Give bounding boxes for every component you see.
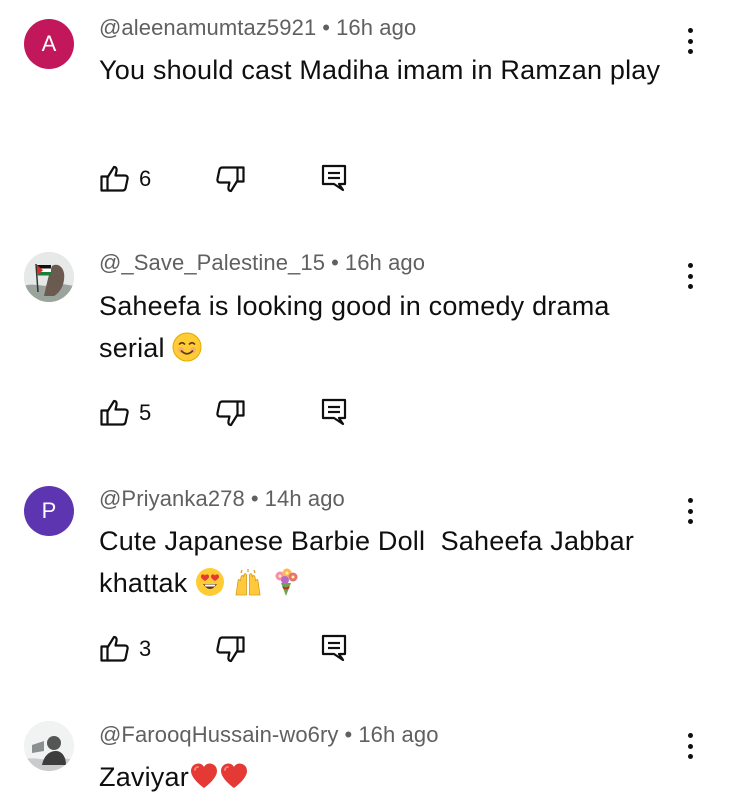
- reply-icon: [321, 164, 347, 192]
- red-heart-emoji-icon: [190, 763, 217, 788]
- more-options-button[interactable]: [676, 259, 704, 293]
- avatar[interactable]: [24, 721, 74, 771]
- thumbs-down-icon: [216, 636, 245, 663]
- comment-meta: @Priyanka278 • 14h ago: [99, 486, 345, 512]
- comment-author[interactable]: @aleenamumtaz5921: [99, 15, 316, 40]
- comment-text-body: Cute Japanese Barbie Doll Saheefa Jabbar…: [99, 526, 642, 598]
- comment-text: Zaviyar: [99, 756, 679, 798]
- dislike-button[interactable]: [214, 633, 246, 665]
- like-count: 5: [139, 400, 152, 425]
- bouquet-emoji-icon: [275, 568, 298, 596]
- smiling-face-emoji-icon: [172, 332, 202, 362]
- red-heart-emoji-icon: [220, 763, 247, 788]
- person-photo-icon: [24, 721, 74, 771]
- like-button[interactable]: 3: [99, 633, 151, 665]
- comment-author[interactable]: @Priyanka278: [99, 486, 245, 511]
- raising-hands-emoji-icon: [235, 569, 261, 596]
- comment-text: Saheefa is looking good in comedy drama …: [99, 285, 679, 369]
- meta-separator: •: [250, 486, 259, 511]
- reply-button[interactable]: [320, 397, 348, 427]
- comment-time[interactable]: 14h ago: [265, 486, 345, 511]
- comment-meta: @FarooqHussain-wo6ry • 16h ago: [99, 722, 439, 748]
- comment-time[interactable]: 16h ago: [345, 250, 425, 275]
- comment-actions: 6: [99, 163, 399, 197]
- heart-eyes-emoji-icon: [196, 568, 225, 596]
- dislike-button[interactable]: [214, 163, 246, 195]
- comment-meta: @_Save_Palestine_15 • 16h ago: [99, 250, 425, 276]
- comment-author[interactable]: @FarooqHussain-wo6ry: [99, 722, 339, 747]
- like-count: 6: [139, 166, 152, 191]
- comment-actions: 5: [99, 397, 399, 431]
- meta-separator: •: [331, 250, 339, 275]
- avatar-letter: P: [41, 498, 57, 523]
- palestine-flag-photo-icon: [24, 252, 74, 302]
- comment-author[interactable]: @_Save_Palestine_15: [99, 250, 325, 275]
- comment-meta: @aleenamumtaz5921 • 16h ago: [99, 15, 416, 41]
- dislike-button[interactable]: [214, 397, 246, 429]
- like-button[interactable]: 6: [99, 163, 151, 195]
- reply-button[interactable]: [320, 163, 348, 193]
- reply-icon: [321, 634, 347, 662]
- reply-button[interactable]: [320, 633, 348, 663]
- comment-time[interactable]: 16h ago: [336, 15, 416, 40]
- more-options-button[interactable]: [676, 729, 704, 763]
- meta-separator: •: [344, 722, 353, 747]
- thumbs-down-icon: [216, 400, 245, 427]
- comment-actions: 3: [99, 633, 399, 667]
- reply-icon: [321, 398, 347, 426]
- comment-text-body: Zaviyar: [99, 762, 189, 792]
- like-count: 3: [139, 636, 152, 661]
- meta-separator: •: [322, 15, 331, 40]
- comment-text: You should cast Madiha imam in Ramzan pl…: [99, 55, 661, 85]
- comment-text: Cute Japanese Barbie Doll Saheefa Jabbar…: [99, 520, 679, 604]
- avatar-letter: A: [41, 31, 57, 56]
- thumbs-down-icon: [216, 166, 245, 193]
- avatar[interactable]: P: [24, 486, 74, 536]
- avatar[interactable]: [24, 252, 74, 302]
- more-options-button[interactable]: [676, 24, 704, 58]
- like-button[interactable]: 5: [99, 397, 151, 429]
- avatar[interactable]: A: [24, 19, 74, 69]
- thumbs-up-icon: [100, 399, 129, 426]
- more-options-button[interactable]: [676, 494, 704, 528]
- comment-time[interactable]: 16h ago: [358, 722, 438, 747]
- thumbs-up-icon: [100, 165, 129, 192]
- thumbs-up-icon: [100, 635, 129, 662]
